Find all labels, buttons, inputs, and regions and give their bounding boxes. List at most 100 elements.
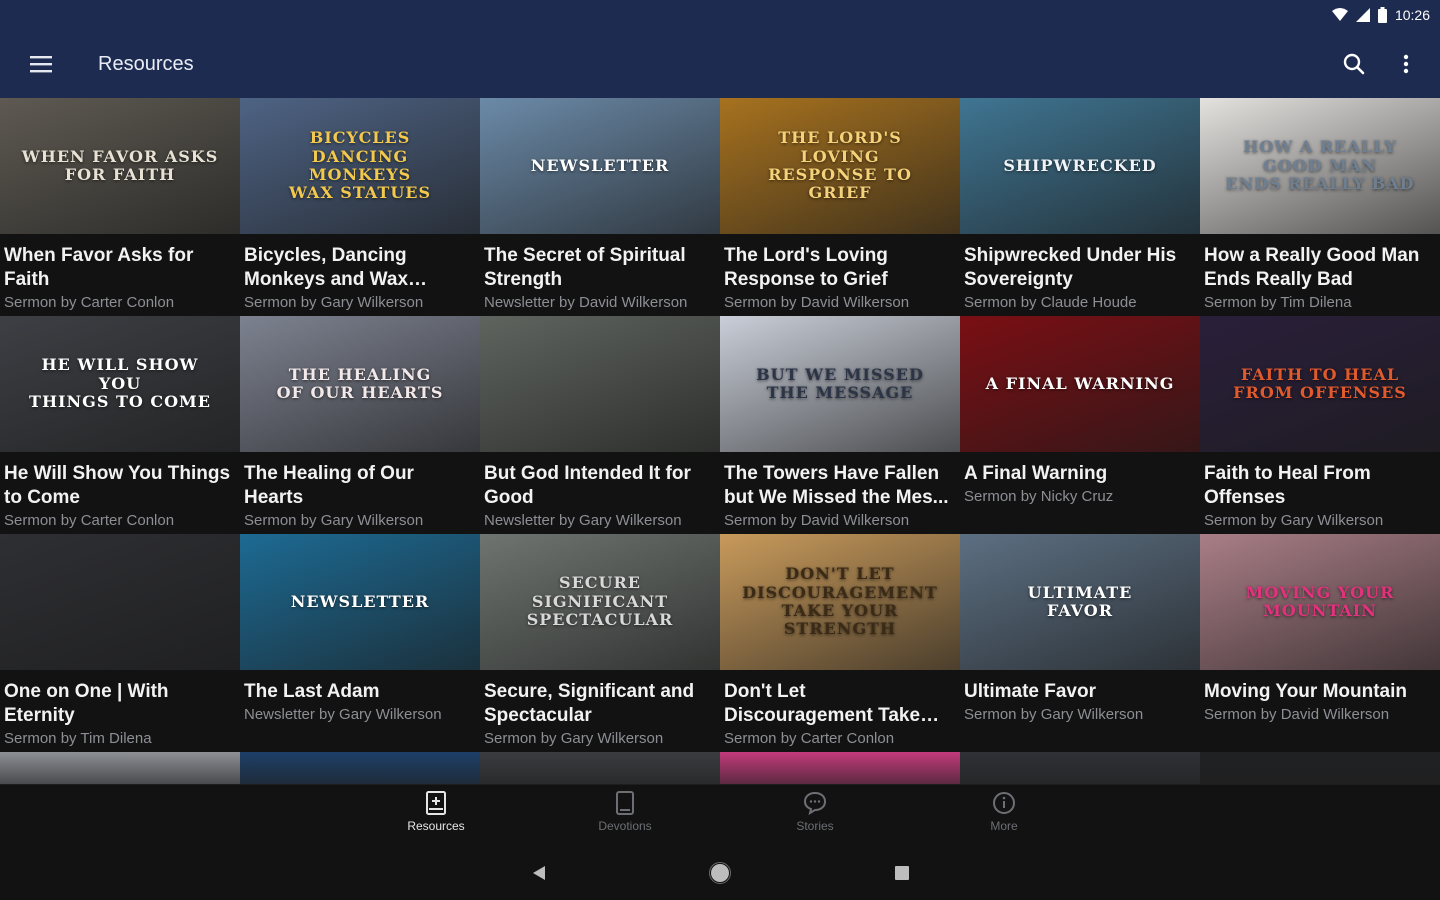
thumbnail-text: HOW A REALLY GOOD MAN ENDS REALLY BAD	[1225, 137, 1415, 194]
resource-subtitle: Newsletter by Gary Wilkerson	[484, 512, 682, 529]
resource-subtitle: Sermon by Claude Houde	[964, 294, 1137, 311]
nav-resources[interactable]: Resources	[376, 791, 496, 845]
system-back-button[interactable]	[526, 860, 552, 886]
resource-card[interactable]: BUT WE MISSED THE MESSAGE The Towers Have…	[720, 316, 960, 534]
resource-title: Ultimate Favor	[964, 681, 1096, 702]
resource-subtitle: Sermon by Gary Wilkerson	[244, 512, 424, 529]
resource-thumbnail-partial[interactable]	[720, 752, 960, 784]
thumbnail-text: DON'T LET DISCOURAGEMENT TAKE YOUR STREN…	[742, 564, 938, 639]
resource-card[interactable]: DON'T LET DISCOURAGEMENT TAKE YOUR STREN…	[720, 534, 960, 752]
overflow-menu-button[interactable]	[1380, 30, 1432, 98]
resource-subtitle: Sermon by Gary Wilkerson	[244, 294, 424, 311]
resource-thumbnail: ULTIMATE FAVOR	[960, 534, 1200, 670]
resource-thumbnail	[480, 316, 720, 452]
resource-grid: WHEN FAVOR ASKS FOR FAITH When Favor Asks…	[0, 98, 1440, 784]
resource-card[interactable]: SECURE SIGNIFICANT SPECTACULAR Secure, Si…	[480, 534, 720, 752]
resource-card[interactable]: NEWSLETTER The Secret of Spiritual Streng…	[480, 98, 720, 316]
resource-subtitle: Sermon by David Wilkerson	[1204, 706, 1390, 723]
tablet-icon	[616, 791, 634, 815]
resource-card[interactable]: THE LORD'S LOVING RESPONSE TO GRIEF The L…	[720, 98, 960, 316]
nav-devotions[interactable]: Devotions	[565, 791, 685, 845]
resource-subtitle: Sermon by Tim Dilena	[4, 730, 152, 747]
resource-subtitle: Sermon by Gary Wilkerson	[964, 706, 1144, 723]
resource-thumbnail-partial[interactable]	[240, 752, 480, 784]
menu-button[interactable]	[0, 30, 82, 98]
resource-thumbnail: WHEN FAVOR ASKS FOR FAITH	[0, 98, 240, 234]
resource-title: A Final Warning	[964, 463, 1108, 484]
battery-icon	[1377, 7, 1387, 23]
nav-stories-label: Stories	[796, 819, 834, 833]
thumbnail-text: SHIPWRECKED	[1003, 155, 1157, 175]
resource-card[interactable]: SHIPWRECKED Shipwrecked Under His Soverei…	[960, 98, 1200, 316]
resource-thumbnail-partial[interactable]	[960, 752, 1200, 784]
thumbnail-text: HE WILL SHOW YOU THINGS TO COME	[29, 355, 211, 412]
more-vert-icon	[1403, 54, 1409, 74]
thumbnail-text: FAITH TO HEAL FROM OFFENSES	[1233, 364, 1407, 402]
wifi-icon	[1331, 8, 1348, 21]
resource-subtitle: Sermon by Carter Conlon	[4, 512, 175, 529]
resource-card[interactable]: A FINAL WARNING A Final Warning Sermon by …	[960, 316, 1200, 534]
chat-bubble-icon	[803, 791, 827, 815]
nav-devotions-label: Devotions	[598, 819, 652, 833]
thumbnail-text: ULTIMATE FAVOR	[1027, 582, 1133, 620]
resource-card[interactable]: WHEN FAVOR ASKS FOR FAITH When Favor Asks…	[0, 98, 240, 316]
resource-title: Faith to Heal From Offenses	[1204, 463, 1371, 508]
resource-subtitle: Sermon by Nicky Cruz	[964, 488, 1114, 505]
resource-card[interactable]: THE HEALING OF OUR HEARTS The Healing of …	[240, 316, 480, 534]
book-plus-icon	[426, 791, 446, 815]
resource-thumbnail: DON'T LET DISCOURAGEMENT TAKE YOUR STREN…	[720, 534, 960, 670]
thumbnail-text: MOVING YOUR MOUNTAIN	[1245, 582, 1395, 620]
system-home-button[interactable]	[707, 860, 733, 886]
page-title: Resources	[98, 52, 194, 75]
resource-subtitle: Newsletter by Gary Wilkerson	[244, 706, 442, 723]
status-bar: 10:26	[0, 0, 1440, 30]
resource-thumbnail: HE WILL SHOW YOU THINGS TO COME	[0, 316, 240, 452]
system-recents-button[interactable]	[889, 860, 915, 886]
hamburger-menu-icon	[30, 56, 52, 73]
thumbnail-text: WHEN FAVOR ASKS FOR FAITH	[21, 146, 219, 184]
thumbnail-text: NEWSLETTER	[530, 155, 670, 175]
resource-thumbnail: MOVING YOUR MOUNTAIN	[1200, 534, 1440, 670]
resource-card[interactable]: NEWSLETTER The Last Adam Newsletter by Gar…	[240, 534, 480, 752]
resource-thumbnail	[0, 534, 240, 670]
resource-grid-partial-row	[0, 752, 1440, 784]
resource-card[interactable]: HE WILL SHOW YOU THINGS TO COME He Will S…	[0, 316, 240, 534]
resource-title: The Last Adam	[244, 681, 380, 702]
nav-resources-label: Resources	[407, 819, 465, 833]
home-circle-icon	[709, 862, 731, 884]
resource-subtitle: Sermon by David Wilkerson	[724, 294, 910, 311]
thumbnail-text: BUT WE MISSED THE MESSAGE	[756, 364, 924, 402]
resource-title: He Will Show You Things to Come	[4, 463, 231, 508]
resource-card[interactable]: HOW A REALLY GOOD MAN ENDS REALLY BAD How…	[1200, 98, 1440, 316]
resource-card[interactable]: But God Intended It for Good Newsletter b…	[480, 316, 720, 534]
signal-icon	[1355, 8, 1370, 22]
info-icon	[993, 792, 1015, 814]
resource-title: Bicycles, Dancing Monkeys and Wax Statu.…	[244, 245, 409, 290]
nav-stories[interactable]: Stories	[755, 791, 875, 845]
nav-more[interactable]: More	[944, 791, 1064, 845]
resource-title: Don't Let Discouragement Take Your Stren…	[724, 681, 921, 726]
thumbnail-text: THE HEALING OF OUR HEARTS	[276, 364, 444, 402]
resource-card[interactable]: BICYCLES DANCING MONKEYS WAX STATUES Bicy…	[240, 98, 480, 316]
resource-thumbnail: SECURE SIGNIFICANT SPECTACULAR	[480, 534, 720, 670]
app-bar: Resources	[0, 30, 1440, 98]
resource-thumbnail-partial[interactable]	[0, 752, 240, 784]
thumbnail-text: THE LORD'S LOVING RESPONSE TO GRIEF	[768, 128, 912, 203]
resource-thumbnail-partial[interactable]	[1200, 752, 1440, 784]
resource-thumbnail: FAITH TO HEAL FROM OFFENSES	[1200, 316, 1440, 452]
resource-card[interactable]: FAITH TO HEAL FROM OFFENSES Faith to Heal…	[1200, 316, 1440, 534]
resource-thumbnail: HOW A REALLY GOOD MAN ENDS REALLY BAD	[1200, 98, 1440, 234]
resource-thumbnail: THE LORD'S LOVING RESPONSE TO GRIEF	[720, 98, 960, 234]
resource-card[interactable]: One on One | With Eternity Sermon by Tim …	[0, 534, 240, 752]
resource-thumbnail-partial[interactable]	[480, 752, 720, 784]
resource-card[interactable]: ULTIMATE FAVOR Ultimate Favor Sermon by Ga…	[960, 534, 1200, 752]
back-triangle-icon	[533, 866, 545, 880]
resource-subtitle: Sermon by David Wilkerson	[724, 512, 910, 529]
resource-subtitle: Sermon by Carter Conlon	[724, 730, 895, 747]
search-icon	[1343, 53, 1365, 75]
resource-title: When Favor Asks for Faith	[4, 245, 194, 290]
resource-thumbnail: A FINAL WARNING	[960, 316, 1200, 452]
bottom-navigation: Resources Devotions Stories More	[0, 784, 1440, 846]
search-button[interactable]	[1328, 30, 1380, 98]
resource-card[interactable]: MOVING YOUR MOUNTAIN Moving Your Mountain…	[1200, 534, 1440, 752]
